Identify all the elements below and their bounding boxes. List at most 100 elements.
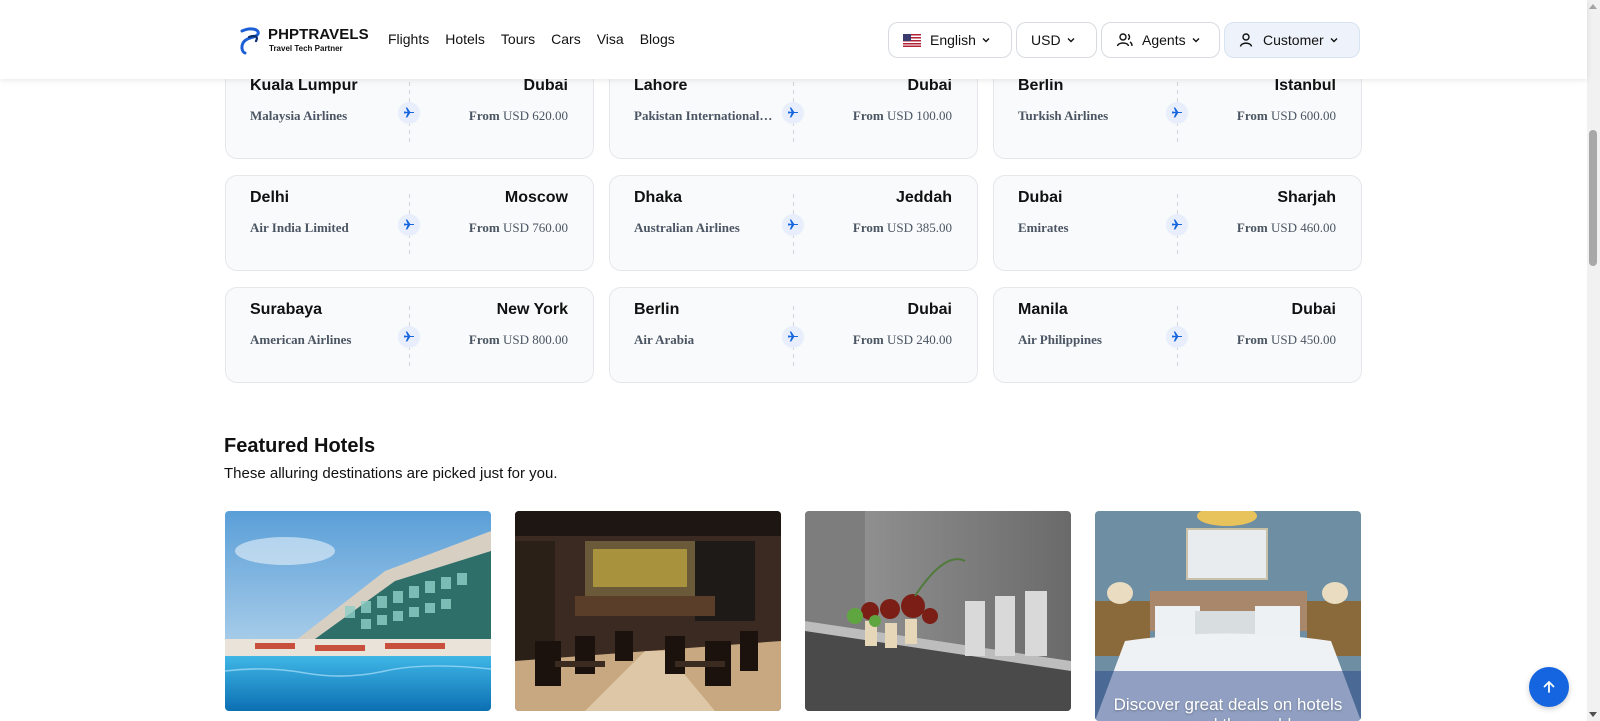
flight-route-card[interactable]: Dubai Emirates Sharjah From USD 460.00 [993, 175, 1362, 271]
hotel-card-image[interactable] [225, 511, 491, 711]
origin-city: Dhaka [634, 189, 683, 206]
brand-logo[interactable]: PHPTRAVELS Travel Tech Partner [236, 25, 369, 55]
flight-price: From USD 760.00 [469, 220, 568, 236]
featured-hotels-title: Featured Hotels [224, 435, 376, 457]
destination-city: Dubai [1291, 301, 1336, 318]
page-scrollbar[interactable] [1587, 0, 1600, 721]
hotel-pool-image [225, 511, 491, 711]
airline-name: Emirates [1018, 220, 1069, 235]
nav-flights[interactable]: Flights [388, 31, 429, 47]
plane-icon [398, 326, 420, 348]
hotel-room-flowers-image [805, 511, 1071, 711]
promo-text: Discover great deals on hotels around th… [1113, 695, 1343, 721]
agents-dropdown[interactable]: Agents [1101, 22, 1220, 58]
hotel-card-image[interactable] [805, 511, 1071, 711]
price-from-label: From [468, 108, 500, 123]
language-label: English [930, 32, 976, 48]
hotel-restaurant-image [515, 511, 781, 711]
logo-icon [240, 27, 260, 55]
brand-title: PHPTRAVELS [268, 25, 369, 43]
flight-route-card[interactable]: Dhaka Australian Airlines Jeddah From USD 3… [609, 175, 978, 271]
nav-cars[interactable]: Cars [551, 31, 581, 47]
nav-blogs[interactable]: Blogs [640, 31, 675, 47]
price-from-label: From [852, 332, 884, 347]
flight-price: From USD 620.00 [469, 108, 568, 124]
airline-name: Australian Airlines [634, 220, 740, 235]
price-amount: USD 385.00 [886, 220, 952, 235]
origin-city: Delhi [250, 189, 290, 206]
hotel-bedroom-image [1095, 511, 1361, 721]
airline-name: Air India Limited [250, 220, 349, 235]
destination-city: New York [496, 301, 568, 318]
airline-name: Turkish Airlines [1018, 108, 1109, 123]
flight-route-card[interactable]: Manila Air Philippines Dubai From USD 450.0… [993, 287, 1362, 383]
main-nav: Flights Hotels Tours Cars Visa Blogs [388, 31, 675, 47]
chevron-down-icon [1330, 38, 1338, 43]
plane-icon [398, 102, 420, 124]
language-dropdown[interactable]: English [888, 22, 1012, 58]
scrollbar-thumb[interactable] [1589, 130, 1597, 266]
destination-city: Dubai [523, 77, 568, 94]
plane-icon [782, 214, 804, 236]
agents-label: Agents [1142, 32, 1186, 48]
destination-city: Sharjah [1277, 189, 1336, 206]
price-amount: USD 240.00 [886, 332, 952, 347]
chevron-down-icon [982, 38, 990, 43]
origin-city: Kuala Lumpur [250, 77, 358, 94]
plane-icon [1166, 326, 1188, 348]
airline-name: American Airlines [250, 332, 352, 347]
plane-icon [782, 326, 804, 348]
customer-dropdown[interactable]: Customer [1224, 22, 1360, 58]
price-from-label: From [1236, 332, 1268, 347]
origin-city: Manila [1018, 301, 1068, 318]
plane-icon [1166, 214, 1188, 236]
origin-city: Dubai [1018, 189, 1063, 206]
site-header: PHPTRAVELS Travel Tech Partner Flights H… [0, 0, 1587, 79]
airline-name: Malaysia Airlines [250, 108, 348, 123]
price-from-label: From [1236, 108, 1268, 123]
flight-price: From USD 600.00 [1237, 108, 1336, 124]
featured-hotels-subtitle: These alluring destinations are picked j… [224, 465, 558, 482]
price-amount: USD 460.00 [1270, 220, 1336, 235]
currency-label: USD [1031, 32, 1061, 48]
customer-label: Customer [1263, 32, 1324, 48]
flight-price: From USD 385.00 [853, 220, 952, 236]
price-from-label: From [468, 332, 500, 347]
price-amount: USD 620.00 [502, 108, 568, 123]
origin-city: Surabaya [250, 301, 323, 318]
nav-tours[interactable]: Tours [501, 31, 535, 47]
chevron-down-icon [1192, 38, 1200, 43]
flight-price: From USD 240.00 [853, 332, 952, 348]
destination-city: Istanbul [1274, 77, 1336, 94]
flight-route-card[interactable]: Delhi Air India Limited Moscow From USD 760… [225, 175, 594, 271]
flight-price: From USD 100.00 [853, 108, 952, 124]
destination-city: Moscow [504, 189, 568, 206]
plane-icon [1166, 102, 1188, 124]
hotel-promo-card[interactable]: Discover great deals on hotels around th… [1095, 511, 1361, 721]
origin-city: Lahore [634, 77, 688, 94]
price-amount: USD 100.00 [886, 108, 952, 123]
destination-city: Dubai [907, 77, 952, 94]
scroll-up-icon[interactable] [1589, 4, 1597, 9]
nav-hotels[interactable]: Hotels [445, 31, 485, 47]
user-icon [1239, 33, 1253, 47]
nav-visa[interactable]: Visa [597, 31, 624, 47]
plane-icon [782, 102, 804, 124]
flight-price: From USD 450.00 [1237, 332, 1336, 348]
price-amount: USD 600.00 [1270, 108, 1336, 123]
us-flag-icon [903, 33, 921, 47]
scroll-down-icon[interactable] [1589, 712, 1597, 717]
price-from-label: From [1236, 220, 1268, 235]
airline-name: Pakistan International Airlines [634, 108, 774, 123]
origin-city: Berlin [1018, 77, 1064, 94]
arrow-up-icon [1543, 681, 1555, 693]
price-from-label: From [852, 108, 884, 123]
flight-route-card[interactable]: Surabaya American Airlines New York From US… [225, 287, 594, 383]
chevron-down-icon [1067, 38, 1075, 43]
price-from-label: From [468, 220, 500, 235]
price-amount: USD 800.00 [502, 332, 568, 347]
hotel-card-image[interactable] [515, 511, 781, 711]
currency-dropdown[interactable]: USD [1016, 22, 1097, 58]
flight-route-card[interactable]: Berlin Air Arabia Dubai From USD 240.00 [609, 287, 978, 383]
back-to-top-button[interactable] [1529, 667, 1569, 707]
